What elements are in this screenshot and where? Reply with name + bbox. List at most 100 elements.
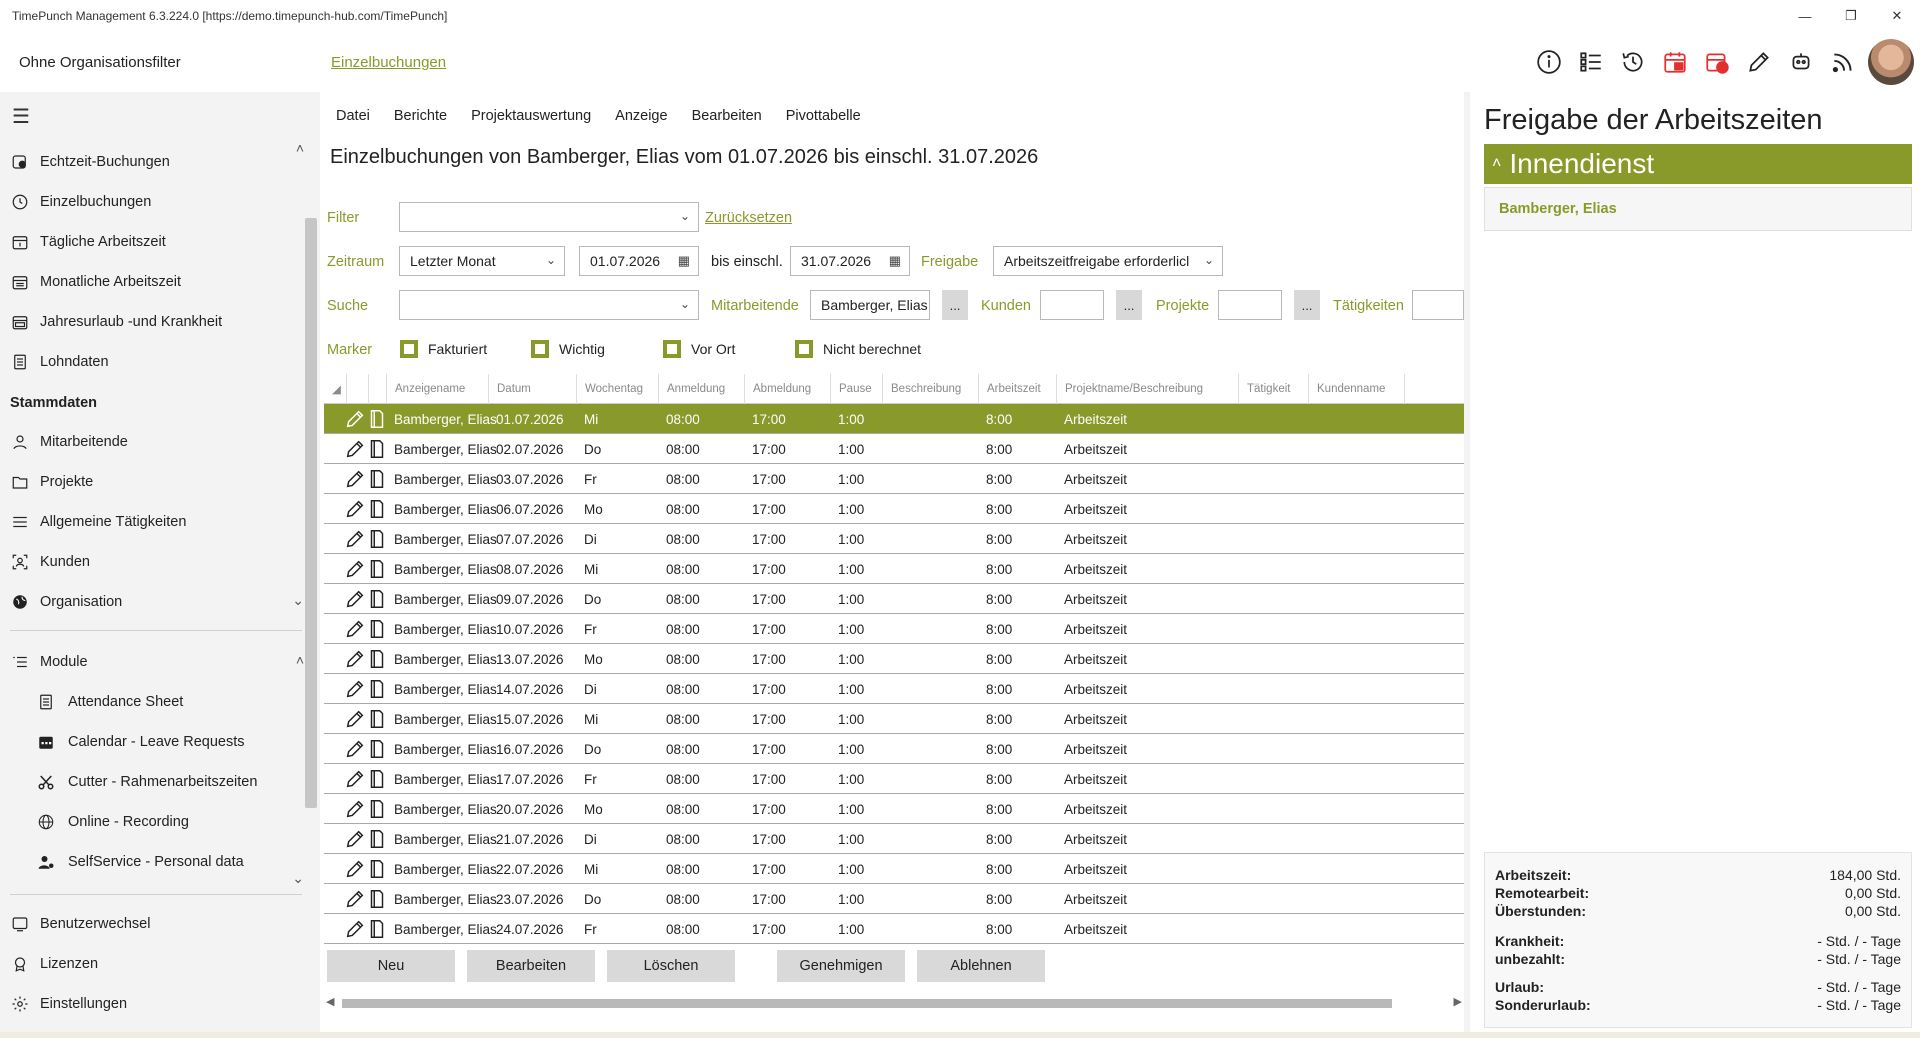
- menu-datei[interactable]: Datei: [336, 108, 370, 124]
- document-icon[interactable]: [366, 914, 388, 944]
- group-header[interactable]: ˄ Innendienst: [1484, 144, 1912, 184]
- document-icon[interactable]: [366, 734, 388, 764]
- pencil-icon[interactable]: [344, 764, 366, 794]
- pencil-icon[interactable]: [344, 584, 366, 614]
- pencil-icon[interactable]: [1738, 41, 1780, 83]
- pencil-icon[interactable]: [344, 434, 366, 464]
- projects-field[interactable]: [1218, 290, 1282, 320]
- header-projekt[interactable]: Projektname/Beschreibung: [1056, 374, 1238, 404]
- marker-nicht-berechnet[interactable]: Nicht berechnet: [795, 340, 921, 358]
- pencil-icon[interactable]: [344, 854, 366, 884]
- menu-projektauswertung[interactable]: Projektauswertung: [471, 108, 591, 124]
- sidebar-item-cutter[interactable]: Cutter - Rahmenarbeitszeiten: [0, 764, 300, 800]
- breadcrumb[interactable]: Einzelbuchungen: [331, 54, 446, 71]
- calendar-icon[interactable]: ▦: [889, 253, 901, 269]
- projects-picker-button[interactable]: ...: [1294, 290, 1320, 320]
- chevron-down-icon[interactable]: ⌄: [292, 592, 304, 609]
- sidebar-item-monthly[interactable]: Monatliche Arbeitszeit: [0, 264, 300, 300]
- header-wochentag[interactable]: Wochentag: [576, 374, 658, 404]
- sidebar-item-organisation[interactable]: Organisation: [0, 584, 300, 620]
- sidebar-item-einzelbuchungen[interactable]: Einzelbuchungen: [0, 184, 300, 220]
- robot-icon[interactable]: [1780, 41, 1822, 83]
- sidebar-item-lohndaten[interactable]: Lohndaten: [0, 344, 300, 380]
- release-select[interactable]: Arbeitszeitfreigabe erforderlicl ⌄: [993, 246, 1223, 276]
- table-row[interactable]: Bamberger, Elias 16.07.2026 Do 08:00 17:00 1:…: [324, 734, 1464, 764]
- document-icon[interactable]: [366, 464, 388, 494]
- edit-button[interactable]: Bearbeiten: [467, 950, 595, 982]
- sidebar-item-calendar[interactable]: Calendar - Leave Requests: [0, 724, 300, 760]
- sidebar-scrollbar[interactable]: [305, 218, 317, 808]
- marker-vor-ort[interactable]: Vor Ort: [663, 340, 735, 358]
- calendar-icon[interactable]: ▦: [678, 253, 690, 269]
- table-row[interactable]: Bamberger, Elias 07.07.2026 Di 08:00 17:00 1:…: [324, 524, 1464, 554]
- sidebar-item-einstellungen[interactable]: Einstellungen: [0, 986, 300, 1022]
- reject-button[interactable]: Ablehnen: [917, 950, 1045, 982]
- header-anmeldung[interactable]: Anmeldung: [658, 374, 744, 404]
- document-icon[interactable]: [366, 644, 388, 674]
- document-icon[interactable]: [366, 434, 388, 464]
- sidebar-item-online[interactable]: Online - Recording: [0, 804, 300, 840]
- info-icon[interactable]: [1528, 41, 1570, 83]
- sidebar-item-attendance[interactable]: Attendance Sheet: [0, 684, 300, 720]
- user-avatar[interactable]: [1868, 39, 1914, 85]
- table-row[interactable]: Bamberger, Elias 17.07.2026 Fr 08:00 17:00 1:…: [324, 764, 1464, 794]
- document-icon[interactable]: [366, 404, 388, 434]
- close-button[interactable]: ✕: [1874, 0, 1920, 32]
- sidebar-item-projekte[interactable]: Projekte: [0, 464, 300, 500]
- minimize-button[interactable]: —: [1782, 0, 1828, 32]
- sidebar-item-mitarbeitende[interactable]: Mitarbeitende: [0, 424, 300, 460]
- sidebar-item-kunden[interactable]: Kunden: [0, 544, 300, 580]
- hamburger-menu-icon[interactable]: ☰: [12, 104, 30, 129]
- reset-link[interactable]: Zurücksetzen: [705, 210, 792, 226]
- sidebar-item-taetigkeiten[interactable]: Allgemeine Tätigkeiten: [0, 504, 300, 540]
- scroll-right-icon[interactable]: ▶: [1454, 995, 1462, 1008]
- header-arbeitszeit[interactable]: Arbeitszeit: [978, 374, 1056, 404]
- pencil-icon[interactable]: [344, 494, 366, 524]
- table-row[interactable]: Bamberger, Elias 21.07.2026 Di 08:00 17:00 1:…: [324, 824, 1464, 854]
- employees-field[interactable]: Bamberger, Elias: [810, 290, 930, 320]
- document-icon[interactable]: [366, 794, 388, 824]
- horizontal-scrollbar[interactable]: ◀ ▶: [324, 996, 1464, 1010]
- pencil-icon[interactable]: [344, 464, 366, 494]
- pencil-icon[interactable]: [344, 524, 366, 554]
- sidebar-item-echtzeit[interactable]: Echtzeit-Buchungen: [0, 144, 300, 180]
- pencil-icon[interactable]: [344, 554, 366, 584]
- restore-button[interactable]: ❐: [1828, 0, 1874, 32]
- checkbox[interactable]: [663, 340, 681, 358]
- new-button[interactable]: Neu: [327, 950, 455, 982]
- calendar-clock-icon[interactable]: [1696, 41, 1738, 83]
- table-row[interactable]: Bamberger, Elias 09.07.2026 Do 08:00 17:00 1:…: [324, 584, 1464, 614]
- pencil-icon[interactable]: [344, 614, 366, 644]
- checkbox[interactable]: [795, 340, 813, 358]
- header-datum[interactable]: Datum: [488, 374, 576, 404]
- document-icon[interactable]: [366, 884, 388, 914]
- pencil-icon[interactable]: [344, 914, 366, 944]
- table-row[interactable]: Bamberger, Elias 14.07.2026 Di 08:00 17:00 1:…: [324, 674, 1464, 704]
- pencil-icon[interactable]: [344, 884, 366, 914]
- checkbox[interactable]: [400, 340, 418, 358]
- pencil-icon[interactable]: [344, 824, 366, 854]
- table-row[interactable]: Bamberger, Elias 23.07.2026 Do 08:00 17:00 1:…: [324, 884, 1464, 914]
- scroll-down-icon[interactable]: ⌄: [292, 870, 304, 887]
- employee-item[interactable]: Bamberger, Elias: [1484, 187, 1912, 231]
- document-icon[interactable]: [366, 614, 388, 644]
- select-all-corner[interactable]: ◢: [324, 374, 346, 404]
- pencil-icon[interactable]: [344, 404, 366, 434]
- table-row[interactable]: Bamberger, Elias 06.07.2026 Mo 08:00 17:00 1:…: [324, 494, 1464, 524]
- sidebar-item-daily[interactable]: Tägliche Arbeitszeit: [0, 224, 300, 260]
- table-row[interactable]: Bamberger, Elias 10.07.2026 Fr 08:00 17:00 1:…: [324, 614, 1464, 644]
- customers-field[interactable]: [1040, 290, 1104, 320]
- pencil-icon[interactable]: [344, 644, 366, 674]
- sidebar-item-module[interactable]: Module: [0, 644, 300, 680]
- sidebar-item-lizenzen[interactable]: Lizenzen: [0, 946, 300, 982]
- header-taetigkeit[interactable]: Tätigkeit: [1238, 374, 1308, 404]
- document-icon[interactable]: [366, 554, 388, 584]
- table-row[interactable]: Bamberger, Elias 13.07.2026 Mo 08:00 17:00 1:…: [324, 644, 1464, 674]
- scroll-left-icon[interactable]: ◀: [326, 995, 334, 1008]
- header-beschreibung[interactable]: Beschreibung: [882, 374, 978, 404]
- table-row[interactable]: Bamberger, Elias 20.07.2026 Mo 08:00 17:00 1:…: [324, 794, 1464, 824]
- table-row[interactable]: Bamberger, Elias 08.07.2026 Mi 08:00 17:00 1:…: [324, 554, 1464, 584]
- date-to-field[interactable]: 31.07.2026 ▦: [790, 246, 910, 276]
- activities-field[interactable]: [1412, 290, 1464, 320]
- marker-wichtig[interactable]: Wichtig: [531, 340, 605, 358]
